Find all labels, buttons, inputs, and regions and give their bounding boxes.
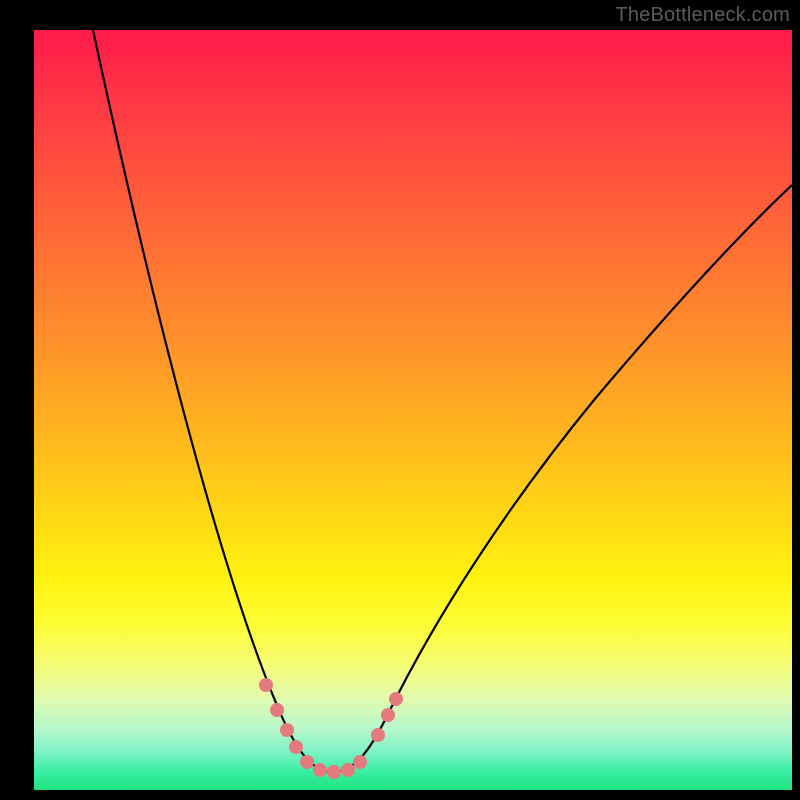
watermark-text: TheBottleneck.com [615,4,790,27]
chart-container: TheBottleneck.com [0,0,800,800]
curve-path [93,30,792,772]
bottleneck-curve [34,30,792,790]
